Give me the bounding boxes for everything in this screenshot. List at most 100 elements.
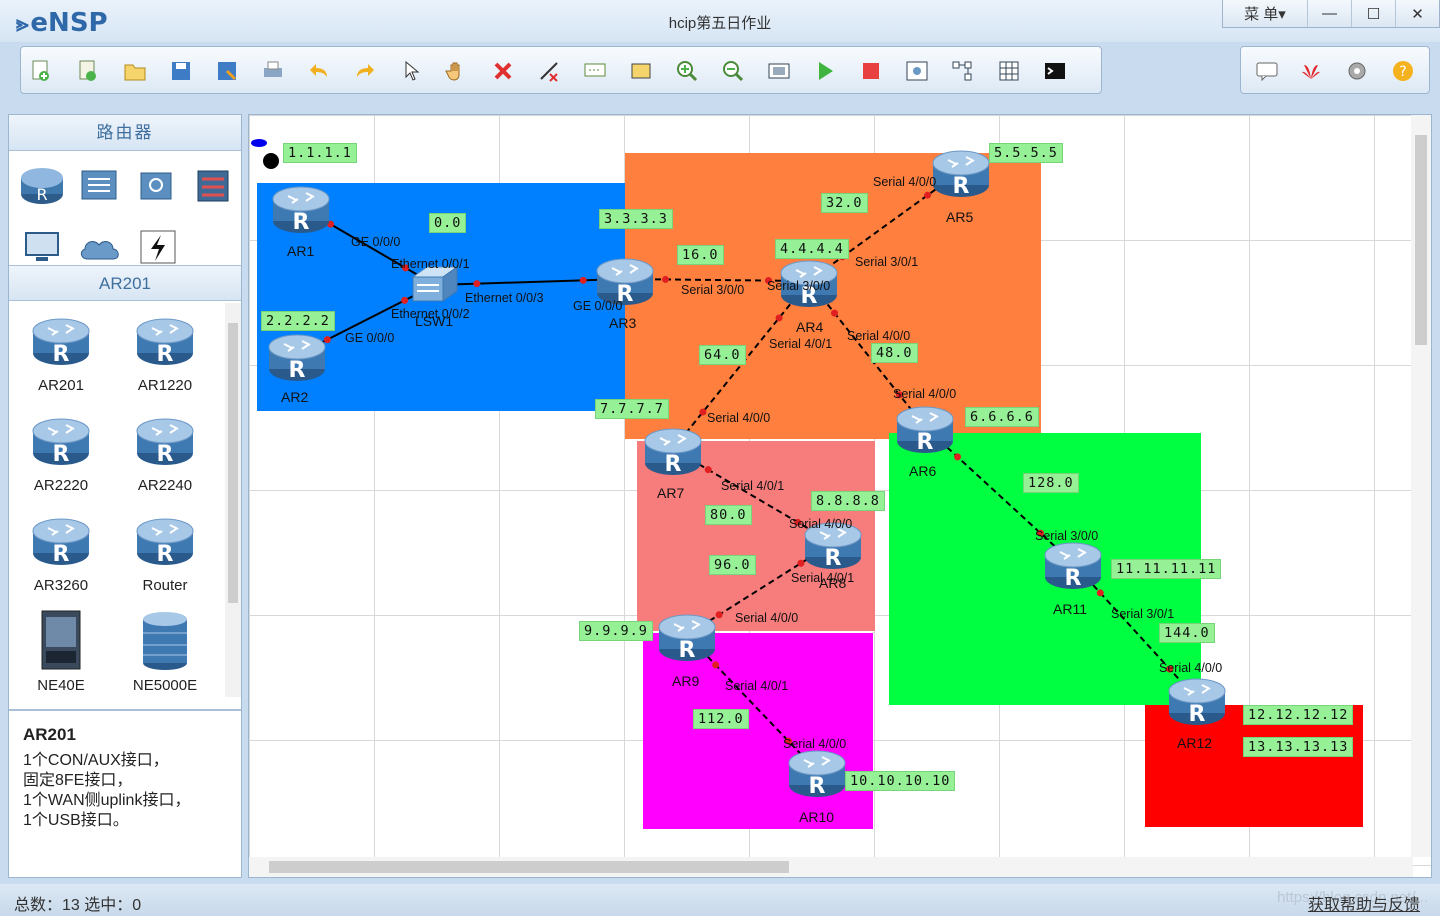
- router-name: AR11: [1053, 601, 1087, 617]
- ip-tag[interactable]: 1.1.1.1: [283, 143, 357, 163]
- open-icon[interactable]: [123, 59, 147, 83]
- print-icon[interactable]: [261, 59, 285, 83]
- device-ar1220[interactable]: R AR1220: [115, 307, 215, 407]
- ip-tag[interactable]: 13.13.13.13: [1243, 737, 1354, 757]
- router-ar12[interactable]: R: [1166, 671, 1228, 727]
- maximize-button[interactable]: ☐: [1351, 0, 1395, 27]
- canvas-vertical-scrollbar[interactable]: [1411, 115, 1431, 857]
- close-button[interactable]: ✕: [1395, 0, 1439, 27]
- wireless-category-icon[interactable]: [127, 157, 184, 213]
- ip-tag[interactable]: 5.5.5.5: [989, 143, 1063, 163]
- router-ar6[interactable]: R: [894, 399, 956, 455]
- device-ar2240[interactable]: R AR2240: [115, 407, 215, 507]
- router-ar5[interactable]: R: [930, 143, 992, 199]
- device-ar201[interactable]: R AR201: [11, 307, 111, 407]
- ip-tag[interactable]: 96.0: [709, 555, 756, 575]
- text-icon[interactable]: [583, 59, 607, 83]
- router-ar2[interactable]: R: [266, 327, 328, 383]
- ip-tag[interactable]: 80.0: [705, 505, 752, 525]
- switch-category-icon[interactable]: [70, 157, 127, 213]
- marker-black: [263, 153, 279, 169]
- svg-text:R: R: [825, 546, 842, 571]
- chat-icon[interactable]: [1255, 59, 1279, 83]
- router-name: AR1: [287, 243, 315, 259]
- pan-icon[interactable]: [445, 59, 469, 83]
- device-label: AR1220: [137, 377, 193, 394]
- redo-icon[interactable]: [353, 59, 377, 83]
- ip-tag[interactable]: 11.11.11.11: [1111, 559, 1222, 579]
- interface-label: Serial 4/0/0: [847, 329, 911, 343]
- palette-icon[interactable]: [629, 59, 653, 83]
- undo-icon[interactable]: [307, 59, 331, 83]
- ip-tag[interactable]: 16.0: [677, 245, 724, 265]
- router-ar11[interactable]: R: [1042, 535, 1104, 591]
- router-ar7[interactable]: R: [642, 421, 704, 477]
- ip-tag[interactable]: 112.0: [693, 709, 749, 729]
- save-as-icon[interactable]: [215, 59, 239, 83]
- delete-links-icon[interactable]: [537, 59, 561, 83]
- ip-tag[interactable]: 0.0: [429, 213, 467, 233]
- ip-tag[interactable]: 12.12.12.12: [1243, 705, 1354, 725]
- ip-tag[interactable]: 64.0: [699, 345, 746, 365]
- ip-tag[interactable]: 144.0: [1159, 623, 1215, 643]
- delete-icon[interactable]: [491, 59, 515, 83]
- svg-text:R: R: [679, 638, 696, 663]
- zoom-in-icon[interactable]: [675, 59, 699, 83]
- router-ar10[interactable]: R: [786, 743, 848, 799]
- svg-text:R: R: [1189, 702, 1206, 727]
- ip-tag[interactable]: 8.8.8.8: [811, 491, 885, 511]
- new-topology-icon[interactable]: [29, 59, 53, 83]
- router-ar1[interactable]: R: [270, 179, 332, 235]
- ip-tag[interactable]: 2.2.2.2: [261, 311, 335, 331]
- device-ne40e[interactable]: NE40E: [11, 607, 111, 707]
- panel-header: 路由器: [9, 115, 241, 151]
- minimize-button[interactable]: —: [1307, 0, 1351, 27]
- settings-icon[interactable]: [1345, 59, 1369, 83]
- router-ar9[interactable]: R: [656, 607, 718, 663]
- canvas-horizontal-scrollbar[interactable]: [249, 857, 1413, 877]
- select-icon[interactable]: [399, 59, 423, 83]
- svg-text:R: R: [1065, 566, 1082, 591]
- svg-text:R: R: [953, 174, 970, 199]
- svg-text:R: R: [917, 430, 934, 455]
- svg-text:R: R: [53, 342, 70, 367]
- save-icon[interactable]: [169, 59, 193, 83]
- device-ar2220[interactable]: R AR2220: [11, 407, 111, 507]
- interface-label: Serial 4/0/1: [769, 337, 833, 351]
- device-router[interactable]: R Router: [115, 507, 215, 607]
- fit-icon[interactable]: [767, 59, 791, 83]
- device-scrollbar[interactable]: [225, 303, 241, 697]
- help-feedback-link[interactable]: 获取帮助与反馈: [1308, 891, 1420, 915]
- interface-label: Serial 4/0/0: [783, 737, 847, 751]
- capture-icon[interactable]: [905, 59, 929, 83]
- device-ar3260[interactable]: R AR3260: [11, 507, 111, 607]
- topology-canvas[interactable]: R AR1 R AR2 R AR3 R AR4 R AR5 R AR6 R AR7 R AR8 R AR9 R AR1…: [248, 114, 1432, 878]
- stop-all-icon[interactable]: [859, 59, 883, 83]
- menu-button[interactable]: 菜 单▾: [1223, 0, 1307, 27]
- interface-label: GE 0/0/0: [345, 331, 395, 345]
- table-view-icon[interactable]: [997, 59, 1021, 83]
- ip-tag[interactable]: 3.3.3.3: [599, 209, 673, 229]
- ip-tag[interactable]: 7.7.7.7: [595, 399, 669, 419]
- ip-tag[interactable]: 128.0: [1023, 473, 1079, 493]
- new-example-icon[interactable]: [76, 59, 100, 83]
- ip-tag[interactable]: 32.0: [821, 193, 868, 213]
- firewall-category-icon[interactable]: [184, 157, 241, 213]
- main-toolbar: [20, 46, 1102, 94]
- help-icon[interactable]: ?: [1391, 59, 1415, 83]
- terminal-icon[interactable]: [1043, 59, 1067, 83]
- ip-tag[interactable]: 6.6.6.6: [965, 407, 1039, 427]
- ip-tag[interactable]: 9.9.9.9: [579, 621, 653, 641]
- router-name: AR12: [1177, 735, 1213, 751]
- device-ne5000e[interactable]: NE5000E: [115, 607, 215, 707]
- huawei-icon[interactable]: [1299, 59, 1323, 83]
- router-category-icon[interactable]: R: [13, 157, 70, 213]
- ip-tag[interactable]: 4.4.4.4: [775, 239, 849, 259]
- interface-label: Serial 4/0/0: [1159, 661, 1223, 675]
- ip-tag[interactable]: 48.0: [871, 343, 918, 363]
- topology-view-icon[interactable]: [951, 59, 975, 83]
- interface-label: Serial 4/0/0: [789, 517, 853, 531]
- zoom-out-icon[interactable]: [721, 59, 745, 83]
- ip-tag[interactable]: 10.10.10.10: [845, 771, 956, 791]
- start-all-icon[interactable]: [813, 59, 837, 83]
